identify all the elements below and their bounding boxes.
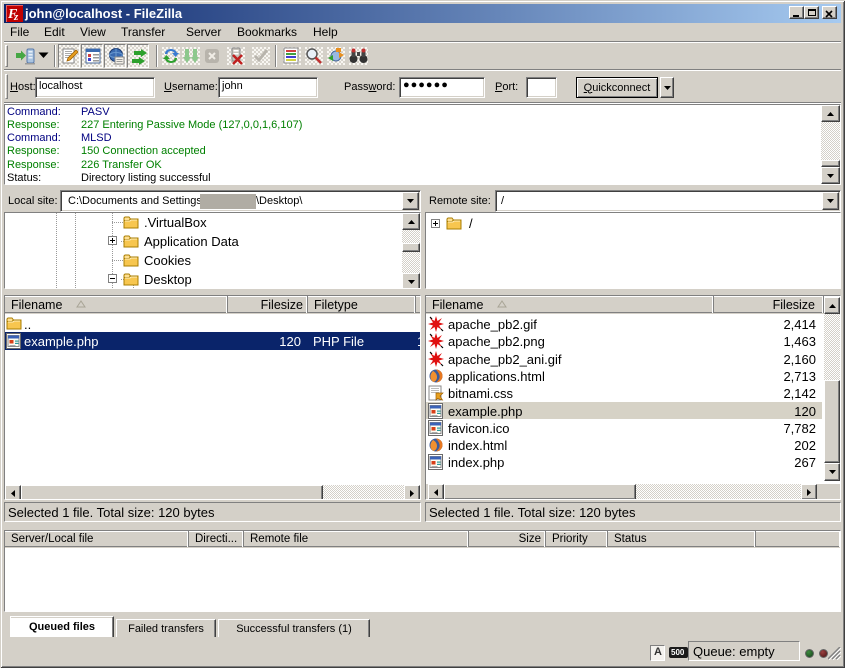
svg-text:z: z (13, 11, 19, 22)
